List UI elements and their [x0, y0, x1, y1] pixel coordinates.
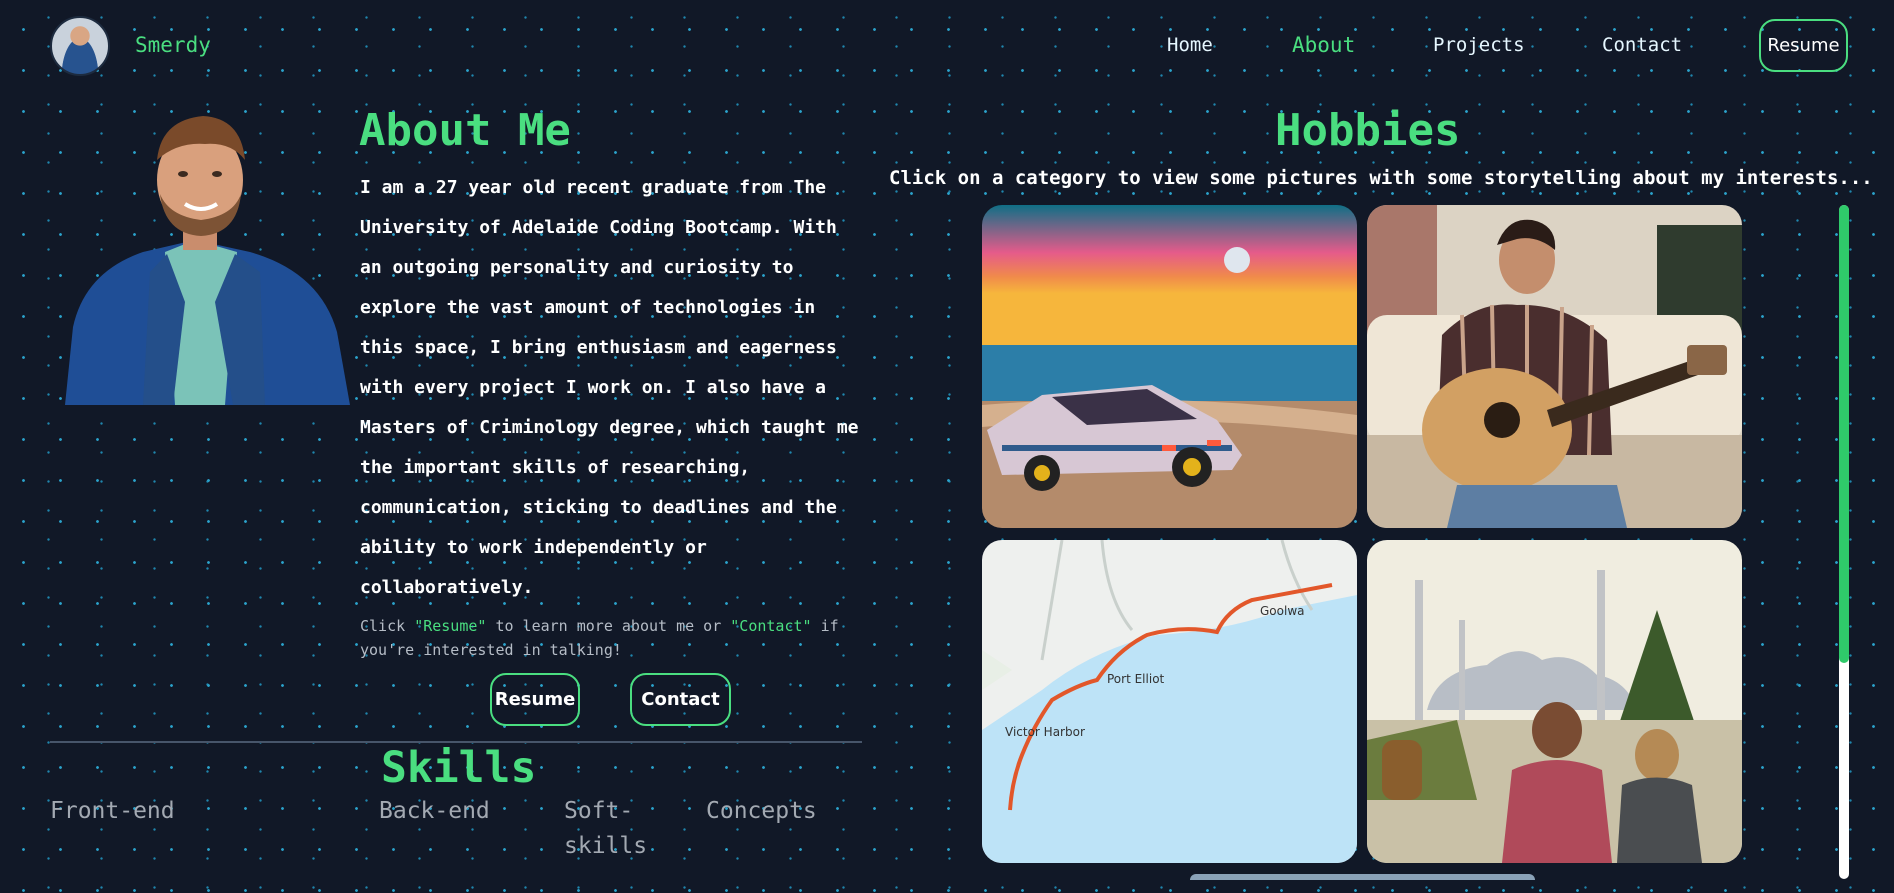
hobbies-subtitle: Click on a category to view some picture… [889, 167, 1873, 189]
about-paragraph: I am a 27 year old recent graduate from … [360, 177, 859, 598]
note-prefix: Click [360, 617, 415, 635]
map-label-goolwa: Goolwa [1260, 604, 1304, 618]
brand-name[interactable]: Smerdy [135, 33, 211, 57]
nav-home-link[interactable]: Home [1167, 34, 1213, 56]
about-title: About Me [359, 105, 571, 156]
avatar[interactable] [50, 16, 110, 76]
about-resume-button[interactable]: Resume [490, 673, 580, 726]
mosque-travel-image [1367, 540, 1742, 863]
skills-tab-frontend[interactable]: Front-end [50, 794, 175, 829]
skills-tab-backend[interactable]: Back-end [379, 794, 490, 829]
next-tile-edge [1190, 874, 1535, 880]
hobby-tile-music[interactable] [1367, 205, 1742, 528]
cycling-route-map-image: Goolwa Port Elliot Victor Harbor [982, 540, 1357, 863]
note-resume-word: "Resume" [414, 617, 487, 635]
car-on-beach-sunset-image [982, 205, 1357, 528]
about-contact-button[interactable]: Contact [630, 673, 731, 726]
nav-about-link[interactable]: About [1292, 33, 1355, 57]
note-middle: to learn more about me or [486, 617, 731, 635]
nav-resume-button[interactable]: Resume [1759, 19, 1848, 72]
nav-contact-link[interactable]: Contact [1602, 34, 1682, 56]
map-label-victor-harbor: Victor Harbor [1005, 725, 1085, 739]
note-contact-word: "Contact" [730, 617, 812, 635]
skills-title: Skills [381, 743, 537, 793]
top-nav: Smerdy Home About Projects Contact Resum… [0, 0, 1894, 92]
hobbies-scrollbar[interactable] [1839, 205, 1849, 879]
hobbies-title: Hobbies [1275, 105, 1461, 156]
map-label-port-elliot: Port Elliot [1107, 672, 1165, 686]
playing-guitar-image [1367, 205, 1742, 528]
profile-portrait [65, 116, 350, 405]
skills-tab-concepts[interactable]: Concepts [706, 794, 817, 829]
hobby-tile-travel[interactable] [1367, 540, 1742, 863]
hobbies-scroll-thumb[interactable] [1839, 205, 1849, 663]
skills-tab-softskills[interactable]: Soft-skills [564, 794, 664, 864]
hobby-tile-cycling[interactable]: Goolwa Port Elliot Victor Harbor [982, 540, 1357, 863]
about-cta-note: Click "Resume" to learn more about me or… [360, 614, 880, 662]
hobby-tile-cars[interactable] [982, 205, 1357, 528]
nav-projects-link[interactable]: Projects [1433, 34, 1525, 56]
